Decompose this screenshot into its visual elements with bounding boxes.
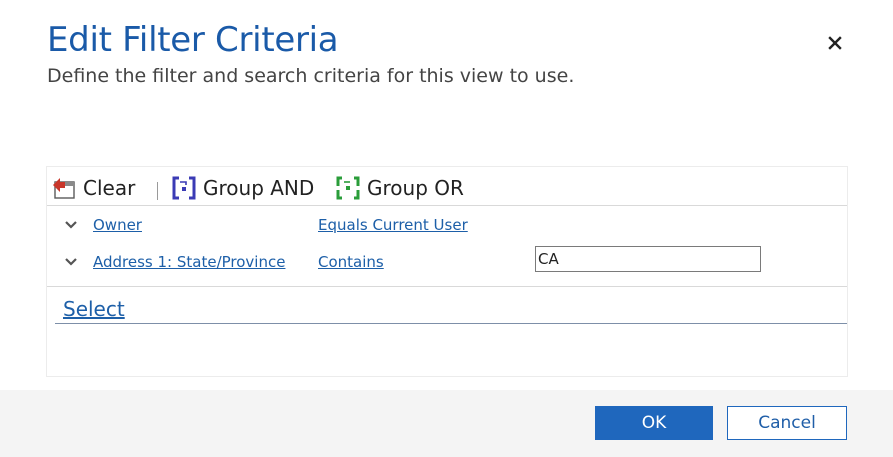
select-field-link[interactable]: Select bbox=[63, 297, 125, 321]
criteria-operator-link[interactable]: Equals Current User bbox=[318, 216, 468, 234]
criteria-row: Owner Equals Current User bbox=[47, 206, 847, 240]
criteria-operator-link[interactable]: Contains bbox=[318, 253, 384, 271]
group-or-label: Group OR bbox=[367, 176, 464, 200]
dialog-title: Edit Filter Criteria bbox=[47, 20, 339, 60]
group-or-icon bbox=[335, 176, 361, 200]
ok-button[interactable]: OK bbox=[595, 406, 713, 440]
toolbar-divider bbox=[157, 182, 158, 200]
select-area: Select bbox=[47, 287, 847, 324]
select-underline bbox=[55, 323, 847, 324]
group-and-button[interactable]: Group AND bbox=[171, 175, 314, 201]
group-or-button[interactable]: Group OR bbox=[335, 175, 464, 201]
dialog-footer: OK Cancel bbox=[0, 390, 893, 457]
group-and-label: Group AND bbox=[203, 176, 315, 200]
criteria-field-link[interactable]: Address 1: State/Province bbox=[93, 253, 285, 271]
cancel-button[interactable]: Cancel bbox=[727, 406, 847, 440]
clear-button[interactable]: Clear bbox=[51, 175, 135, 201]
clear-label: Clear bbox=[83, 176, 136, 200]
clear-filter-icon bbox=[51, 176, 77, 200]
criteria-field-link[interactable]: Owner bbox=[93, 216, 142, 234]
chevron-down-icon[interactable] bbox=[64, 255, 78, 269]
close-icon[interactable] bbox=[824, 32, 846, 54]
group-and-icon bbox=[171, 176, 197, 200]
chevron-down-icon[interactable] bbox=[64, 218, 78, 232]
edit-filter-dialog: Edit Filter Criteria Define the filter a… bbox=[0, 0, 893, 457]
filter-toolbar: Clear Group AND Group OR bbox=[47, 167, 847, 206]
dialog-subtitle: Define the filter and search criteria fo… bbox=[47, 65, 575, 87]
criteria-value-input[interactable] bbox=[535, 246, 761, 272]
